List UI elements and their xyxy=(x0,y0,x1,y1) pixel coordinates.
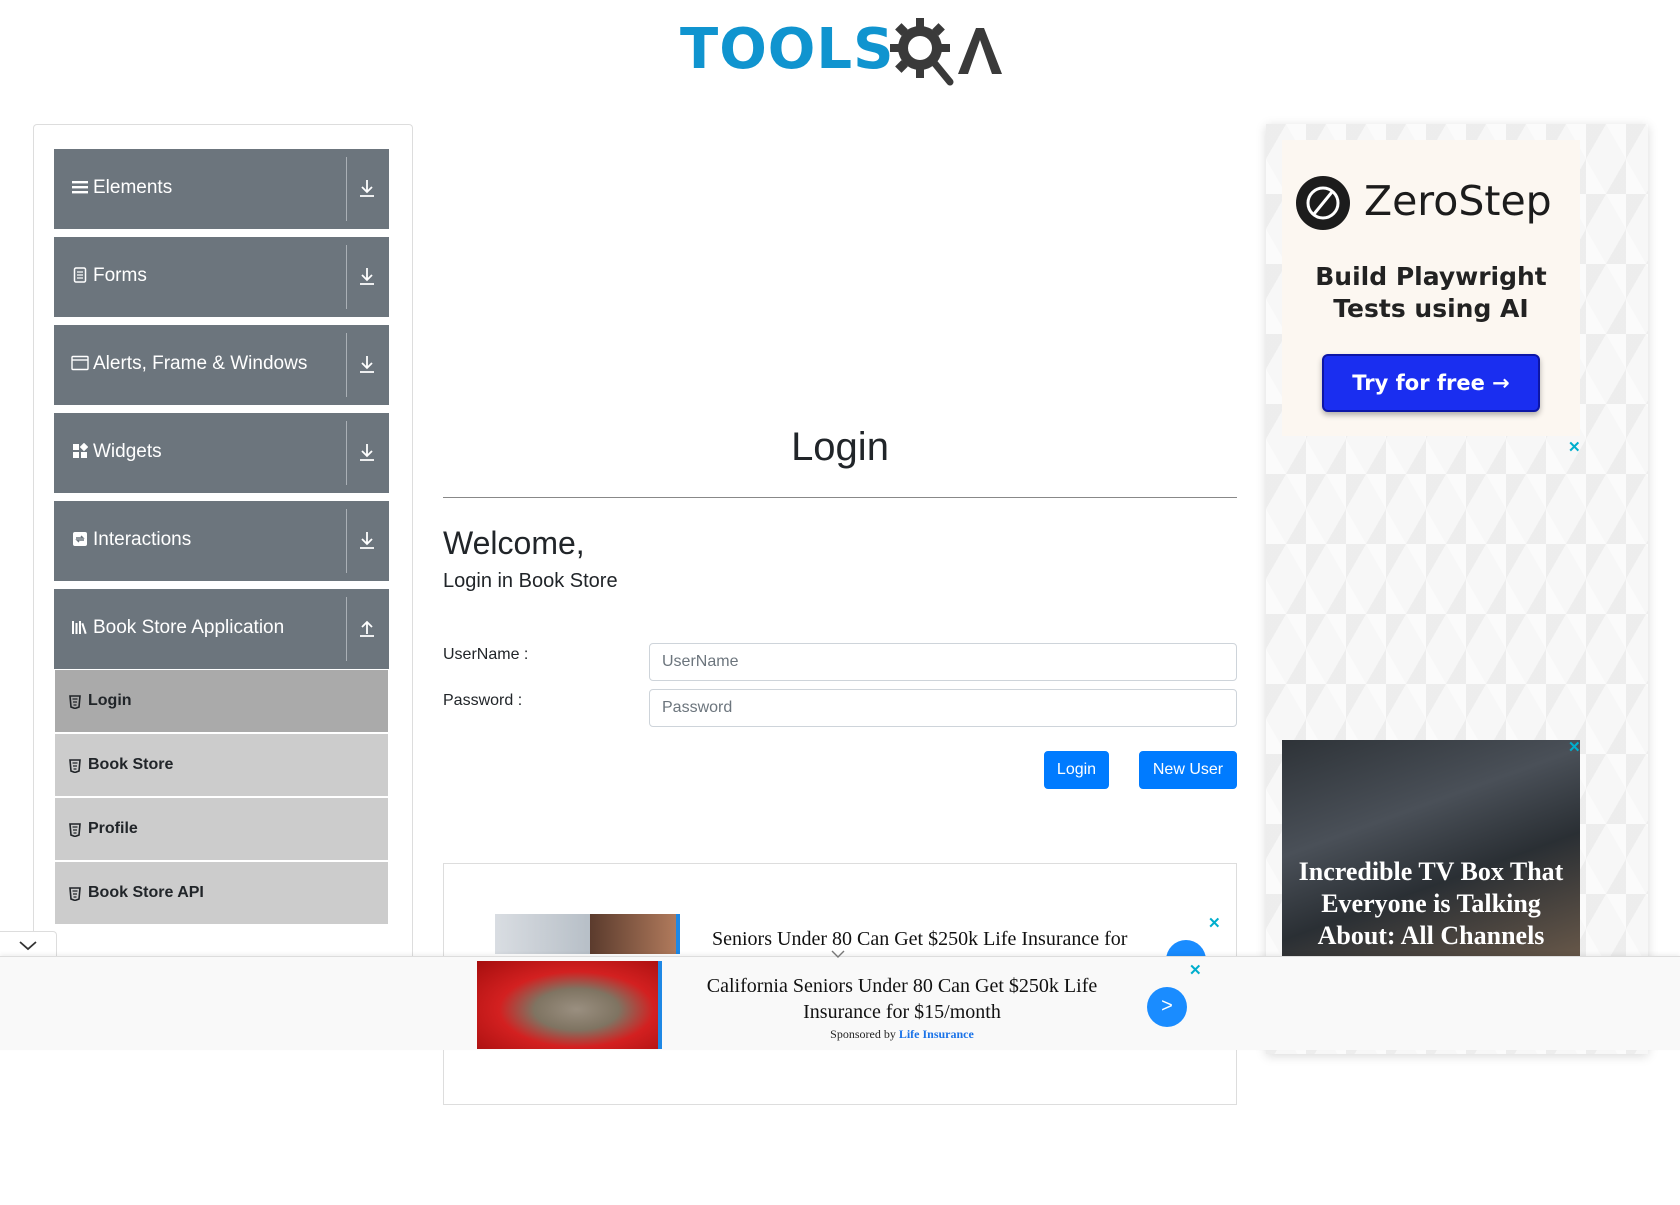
divider xyxy=(346,509,347,573)
download-arrow-icon[interactable] xyxy=(357,177,377,199)
sidebar-item-label: Login xyxy=(88,692,132,709)
tv-box-headline: Incredible TV Box That Everyone is Talki… xyxy=(1298,857,1564,950)
sponsored-prefix: Sponsored by xyxy=(830,1027,896,1041)
sponsor-link[interactable]: Life Insurance xyxy=(899,1027,974,1041)
title-divider xyxy=(443,497,1237,498)
html5-icon xyxy=(69,695,81,709)
page-title: Login xyxy=(791,425,889,469)
download-arrow-icon[interactable] xyxy=(357,529,377,551)
divider xyxy=(346,333,347,397)
upload-arrow-icon[interactable] xyxy=(357,617,377,639)
welcome-heading: Welcome, xyxy=(443,525,585,561)
ad-image xyxy=(590,914,680,954)
divider xyxy=(346,421,347,485)
window-icon xyxy=(71,353,89,373)
zerostep-tagline: Build Playwright Tests using AI xyxy=(1315,262,1547,323)
html5-icon xyxy=(69,759,81,773)
sidebar-item-label: Book Store API xyxy=(88,884,204,901)
sticky-ad-headline[interactable]: California Seniors Under 80 Can Get $250… xyxy=(680,973,1124,1025)
login-subtitle: Login in Book Store xyxy=(443,570,618,592)
ad-image xyxy=(495,914,590,954)
tv-box-ad[interactable]: Incredible TV Box That Everyone is Talki… xyxy=(1282,740,1580,966)
sticky-ad-bar[interactable]: California Seniors Under 80 Can Get $250… xyxy=(0,950,1680,1050)
chevron-down-icon xyxy=(19,941,37,951)
ad-close-icon[interactable]: ✕ xyxy=(1189,961,1202,979)
download-arrow-icon[interactable] xyxy=(357,265,377,287)
download-arrow-icon[interactable] xyxy=(357,353,377,375)
zerostep-brand: ZeroStep xyxy=(1364,177,1552,225)
sidebar-group-label: Alerts, Frame & Windows xyxy=(93,353,308,374)
new-user-button[interactable]: New User xyxy=(1139,751,1237,789)
sidebar-group-interactions[interactable]: Interactions xyxy=(54,501,389,581)
divider xyxy=(346,597,347,661)
sidebar-group-widgets[interactable]: Widgets xyxy=(54,413,389,493)
sidebar-group-alerts[interactable]: Alerts, Frame & Windows xyxy=(54,325,389,405)
username-label: UserName : xyxy=(443,646,529,663)
sidebar-item-label: Profile xyxy=(88,820,138,837)
ad-close-icon[interactable]: ✕ xyxy=(1208,914,1221,932)
chevron-down-icon[interactable] xyxy=(830,949,846,959)
sidebar: Elements Forms Alerts, Frame & Windows W… xyxy=(33,124,413,964)
login-button[interactable]: Login xyxy=(1044,751,1109,789)
books-icon xyxy=(71,617,89,637)
sidebar-group-label: Forms xyxy=(93,265,147,286)
zerostep-logo-icon xyxy=(1296,176,1350,230)
divider xyxy=(346,157,347,221)
sidebar-item-login[interactable]: Login xyxy=(55,670,388,732)
sidebar-item-profile[interactable]: Profile xyxy=(55,798,388,860)
download-arrow-icon[interactable] xyxy=(357,441,377,463)
list-icon xyxy=(71,177,89,197)
sticky-ad-sponsor: Sponsored by Life Insurance xyxy=(680,1027,1124,1042)
sidebar-group-book-store-application[interactable]: Book Store Application xyxy=(54,589,389,669)
document-icon xyxy=(71,265,89,285)
html5-icon xyxy=(69,887,81,901)
logo-text-tools: TOOLS xyxy=(680,17,895,82)
ad-close-icon[interactable]: ✕ xyxy=(1568,738,1581,756)
collapse-toggle[interactable] xyxy=(0,931,57,958)
sidebar-item-book-store-api[interactable]: Book Store API xyxy=(55,862,388,924)
widgets-icon xyxy=(71,441,89,461)
username-input[interactable] xyxy=(649,643,1237,681)
sidebar-item-book-store[interactable]: Book Store xyxy=(55,734,388,796)
site-logo[interactable]: TOOLS xyxy=(680,16,1005,94)
password-input[interactable] xyxy=(649,689,1237,727)
ad-go-button[interactable]: > xyxy=(1147,987,1187,1027)
page: TOOLS Elements Forms Alerts, Frame & Win… xyxy=(0,0,1680,1205)
sidebar-group-label: Book Store Application xyxy=(93,617,285,638)
sidebar-group-label: Widgets xyxy=(93,441,162,462)
try-for-free-button[interactable]: Try for free → xyxy=(1322,354,1540,412)
html5-icon xyxy=(69,823,81,837)
sidebar-group-label: Elements xyxy=(93,177,173,198)
ad-headline[interactable]: Seniors Under 80 Can Get $250k Life Insu… xyxy=(712,927,1127,951)
sidebar-group-forms[interactable]: Forms xyxy=(54,237,389,317)
ad-image xyxy=(477,961,662,1049)
interactions-icon xyxy=(71,529,89,549)
sidebar-item-label: Book Store xyxy=(88,756,174,773)
right-ad-panel: ZeroStep Build Playwright Tests using AI… xyxy=(1266,124,1648,1054)
sidebar-group-label: Interactions xyxy=(93,529,192,550)
zerostep-ad[interactable]: ZeroStep Build Playwright Tests using AI… xyxy=(1282,140,1580,436)
sidebar-group-elements[interactable]: Elements xyxy=(54,149,389,229)
gear-magnifier-icon xyxy=(890,18,1002,86)
password-label: Password : xyxy=(443,692,523,709)
ad-close-icon[interactable]: ✕ xyxy=(1568,438,1581,456)
divider xyxy=(346,245,347,309)
